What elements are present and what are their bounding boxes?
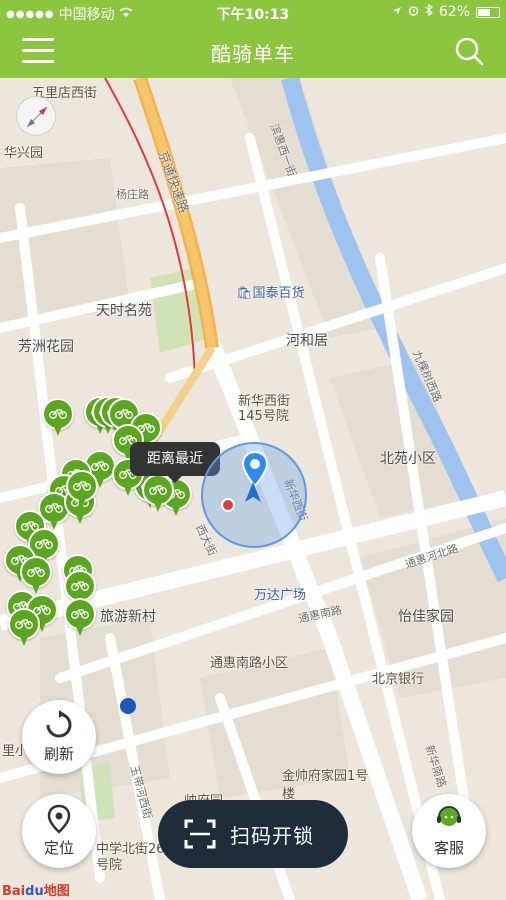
- status-bar: ●●●●● 中国移动 下午10:13 62%: [0, 0, 506, 26]
- customer-service-icon: [435, 804, 463, 834]
- scan-qr-icon: [184, 819, 216, 849]
- map-label: 华兴园: [4, 146, 44, 161]
- scan-unlock-button[interactable]: 扫码开锁: [158, 800, 348, 868]
- map-label-poi: 🛍国泰百货: [236, 286, 305, 301]
- locate-button[interactable]: 定位: [22, 794, 96, 868]
- location-pin-icon: [45, 804, 73, 834]
- title-bar: 酷骑单车: [0, 26, 506, 78]
- baidu-brand-middle: du: [25, 884, 44, 899]
- bike-pin-icon[interactable]: [64, 598, 96, 638]
- refresh-button[interactable]: 刷新: [22, 700, 96, 774]
- map-label: 芳洲花园: [18, 339, 74, 355]
- map-label: 国泰百货: [252, 286, 305, 301]
- baidu-brand-suffix: 地图: [43, 884, 70, 899]
- map-label: 通惠南路小区: [210, 656, 289, 671]
- location-arrow-icon: [392, 4, 402, 20]
- map-label: 北苑小区: [380, 451, 436, 467]
- scan-unlock-label: 扫码开锁: [230, 824, 314, 848]
- bluetooth-icon: [425, 3, 433, 20]
- search-icon[interactable]: [454, 36, 484, 66]
- battery-percent: 62%: [438, 4, 470, 20]
- bike-pin-icon[interactable]: [42, 398, 74, 438]
- map-label: 金帅府家园1号楼: [282, 769, 369, 802]
- page-title: 酷骑单车: [211, 42, 295, 66]
- map-view[interactable]: 五里店西街 华兴园 杨庄路 天时名苑 芳洲花园 🛍国泰百货 河和居 新华西街14…: [0, 78, 506, 900]
- map-label: 万达广场: [254, 588, 307, 603]
- baidu-map-logo: Baidu地图: [2, 880, 70, 899]
- customer-service-button[interactable]: 客服: [412, 794, 486, 868]
- map-label: 怡佳家园: [398, 609, 454, 625]
- map-label: 旅游新村: [100, 609, 156, 625]
- heading-arrow-icon: [245, 482, 261, 502]
- refresh-label: 刷新: [43, 745, 74, 763]
- map-label: 新华西街145号院: [238, 394, 291, 424]
- map-label: 天时名苑: [96, 303, 152, 319]
- locate-label: 定位: [43, 839, 74, 857]
- map-label: 河和居: [286, 333, 328, 349]
- status-right: 62%: [392, 3, 500, 20]
- battery-fill: [478, 8, 491, 16]
- alarm-icon: [408, 4, 419, 20]
- bike-pin-icon[interactable]: [8, 608, 40, 648]
- customer-service-label: 客服: [433, 839, 464, 857]
- compass-icon[interactable]: [16, 96, 56, 136]
- battery-icon: [476, 6, 500, 18]
- bike-pin-icon[interactable]: [66, 470, 98, 510]
- baidu-brand-prefix: Bai: [2, 884, 26, 899]
- subway-icon: [221, 498, 235, 512]
- bus-station-icon: [120, 698, 136, 714]
- refresh-icon: [45, 710, 73, 740]
- map-label: 北京银行: [372, 672, 425, 687]
- road-label: 杨庄路: [116, 188, 149, 201]
